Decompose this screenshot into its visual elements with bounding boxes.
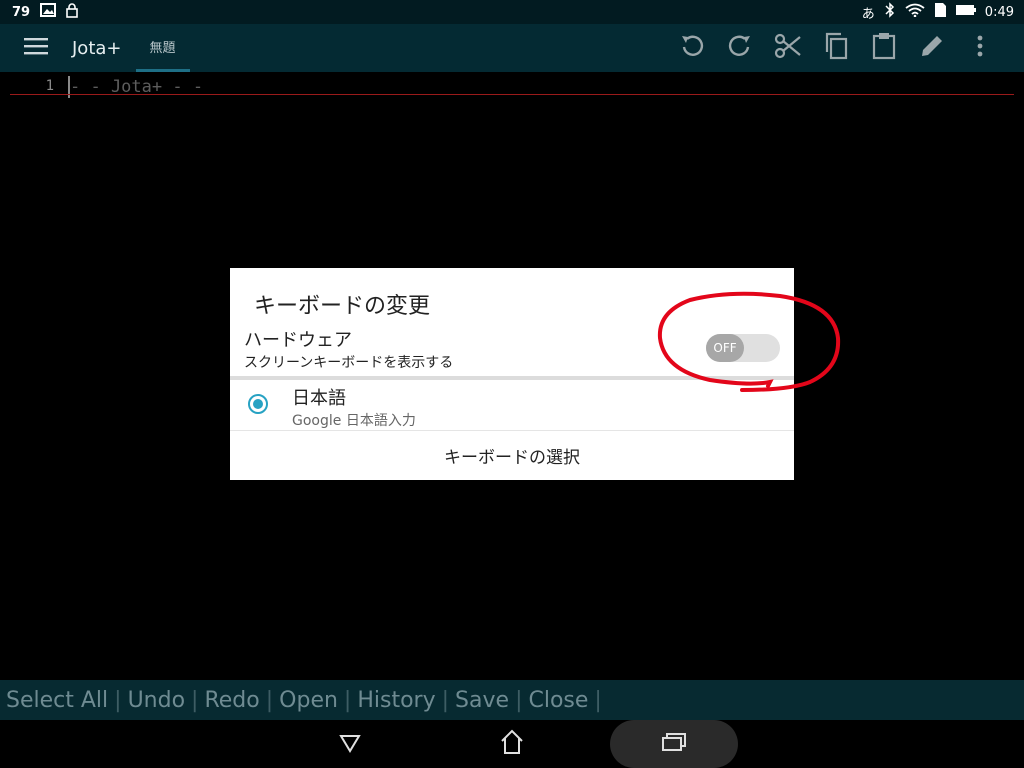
save-button[interactable]: Save	[449, 688, 515, 713]
file-tab-label: 無題	[149, 41, 176, 56]
recent-apps-button[interactable]	[610, 720, 738, 768]
ime-name: 日本語	[292, 388, 346, 409]
tab-untitled[interactable]: 無題	[135, 24, 190, 72]
toggle-knob: OFF	[706, 334, 744, 362]
separator: |	[191, 687, 199, 713]
select-keyboard-label: キーボードの選択	[444, 448, 580, 468]
battery-icon	[955, 4, 977, 20]
notification-count: 79	[12, 4, 31, 20]
hardware-subtitle: スクリーンキーボードを表示する	[244, 355, 454, 371]
dialog-title: キーボードの変更	[254, 294, 431, 319]
cut-button[interactable]	[764, 24, 812, 72]
change-keyboard-dialog: キーボードの変更 ハードウェア スクリーンキーボードを表示する OFF 日本語 …	[230, 268, 794, 480]
more-icon	[977, 35, 983, 61]
redo-icon	[728, 33, 752, 63]
hamburger-icon	[24, 37, 48, 59]
cut-icon	[774, 33, 802, 63]
ime-indicator: あ	[861, 6, 875, 22]
recent-apps-icon	[661, 732, 687, 756]
separator: |	[265, 687, 274, 713]
close-button[interactable]: Close	[522, 688, 594, 713]
paste-icon	[872, 32, 896, 64]
separator: |	[594, 687, 602, 713]
toolbar	[668, 24, 1024, 72]
lock-icon	[66, 2, 78, 22]
separator: |	[441, 687, 450, 713]
radio-selected-icon	[248, 394, 268, 414]
redo-button[interactable]	[716, 24, 764, 72]
copy-button[interactable]	[812, 24, 860, 72]
clock: 0:49	[984, 4, 1014, 20]
status-bar: 79 あ 0:49	[0, 0, 1024, 24]
show-screen-keyboard-toggle[interactable]: OFF	[706, 334, 780, 362]
edit-button[interactable]	[908, 24, 956, 72]
separator: |	[515, 687, 523, 713]
section-divider	[230, 376, 794, 380]
editor-line: 1 - - Jota+ - -	[0, 72, 1024, 98]
edit-icon	[919, 33, 945, 63]
navigation-bar	[0, 720, 1024, 768]
menu-button[interactable]	[0, 24, 72, 72]
app-title: Jota+	[72, 37, 122, 59]
app-bar: Jota+ 無題	[0, 24, 1024, 72]
undo-text-button[interactable]: Undo	[122, 688, 191, 713]
select-all-button[interactable]: Select All	[0, 688, 114, 713]
select-keyboard-button[interactable]: キーボードの選択	[230, 431, 794, 480]
history-button[interactable]: History	[351, 688, 441, 713]
wifi-icon	[905, 3, 925, 21]
redo-text-button[interactable]: Redo	[198, 688, 265, 713]
bluetooth-icon	[883, 2, 897, 22]
hardware-label: ハードウェア	[244, 330, 352, 351]
back-icon[interactable]	[338, 732, 362, 758]
undo-icon	[680, 33, 704, 63]
home-icon[interactable]	[498, 728, 526, 760]
line-number: 1	[45, 78, 54, 94]
open-button[interactable]: Open	[273, 688, 344, 713]
image-icon	[40, 3, 57, 21]
sd-card-icon	[933, 2, 947, 22]
more-options-button[interactable]	[956, 24, 1004, 72]
ime-subtitle: Google 日本語入力	[292, 413, 416, 429]
copy-icon	[823, 32, 849, 64]
function-bar: Select All | Undo | Redo | Open | Histor…	[0, 680, 1024, 720]
separator: |	[343, 687, 352, 713]
separator: |	[114, 687, 122, 713]
current-line-underline	[10, 94, 1014, 95]
toggle-state-label: OFF	[713, 341, 737, 355]
paste-button[interactable]	[860, 24, 908, 72]
undo-button[interactable]	[668, 24, 716, 72]
